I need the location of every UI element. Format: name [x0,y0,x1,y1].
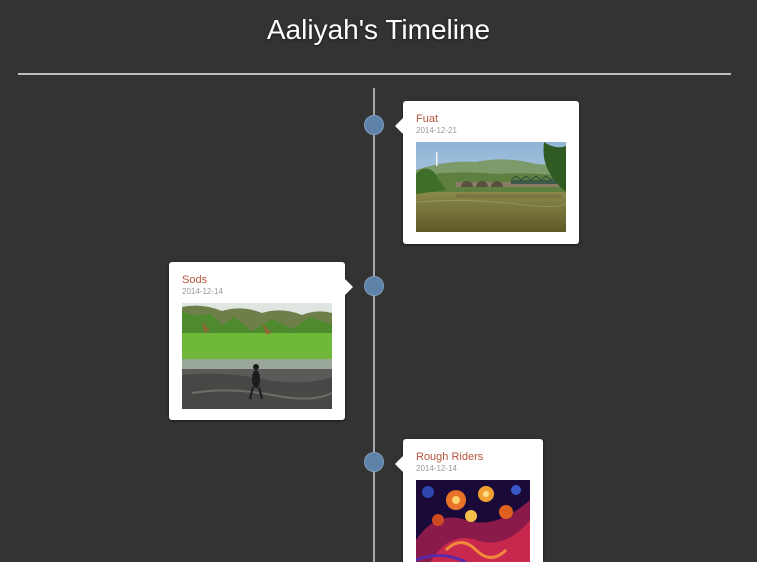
timeline-page: Aaliyah's Timeline Fuat 2014-12-21 Sods … [0,0,757,562]
timeline-card-title[interactable]: Fuat [416,113,566,126]
timeline-card: Sods 2014-12-14 [169,262,353,420]
timeline-card-title[interactable]: Rough Riders [416,451,530,464]
timeline-card: Fuat 2014-12-21 [395,101,579,244]
timeline-card-date: 2014-12-21 [416,126,457,135]
timeline-marker [364,276,384,296]
timeline-marker [364,115,384,135]
header-divider [18,73,731,75]
timeline-card: Rough Riders 2014-12-14 [395,439,543,562]
timeline-axis [373,88,375,562]
timeline-card-date: 2014-12-14 [416,464,457,473]
timeline-card-title[interactable]: Sods [182,274,332,287]
page-title: Aaliyah's Timeline [266,14,491,45]
river-bridge-photo[interactable] [416,142,566,232]
timeline-card-date: 2014-12-14 [182,287,223,296]
mountain-lake-photo[interactable] [182,303,332,409]
timeline-marker [364,452,384,472]
fractal-art-photo[interactable] [416,480,530,562]
